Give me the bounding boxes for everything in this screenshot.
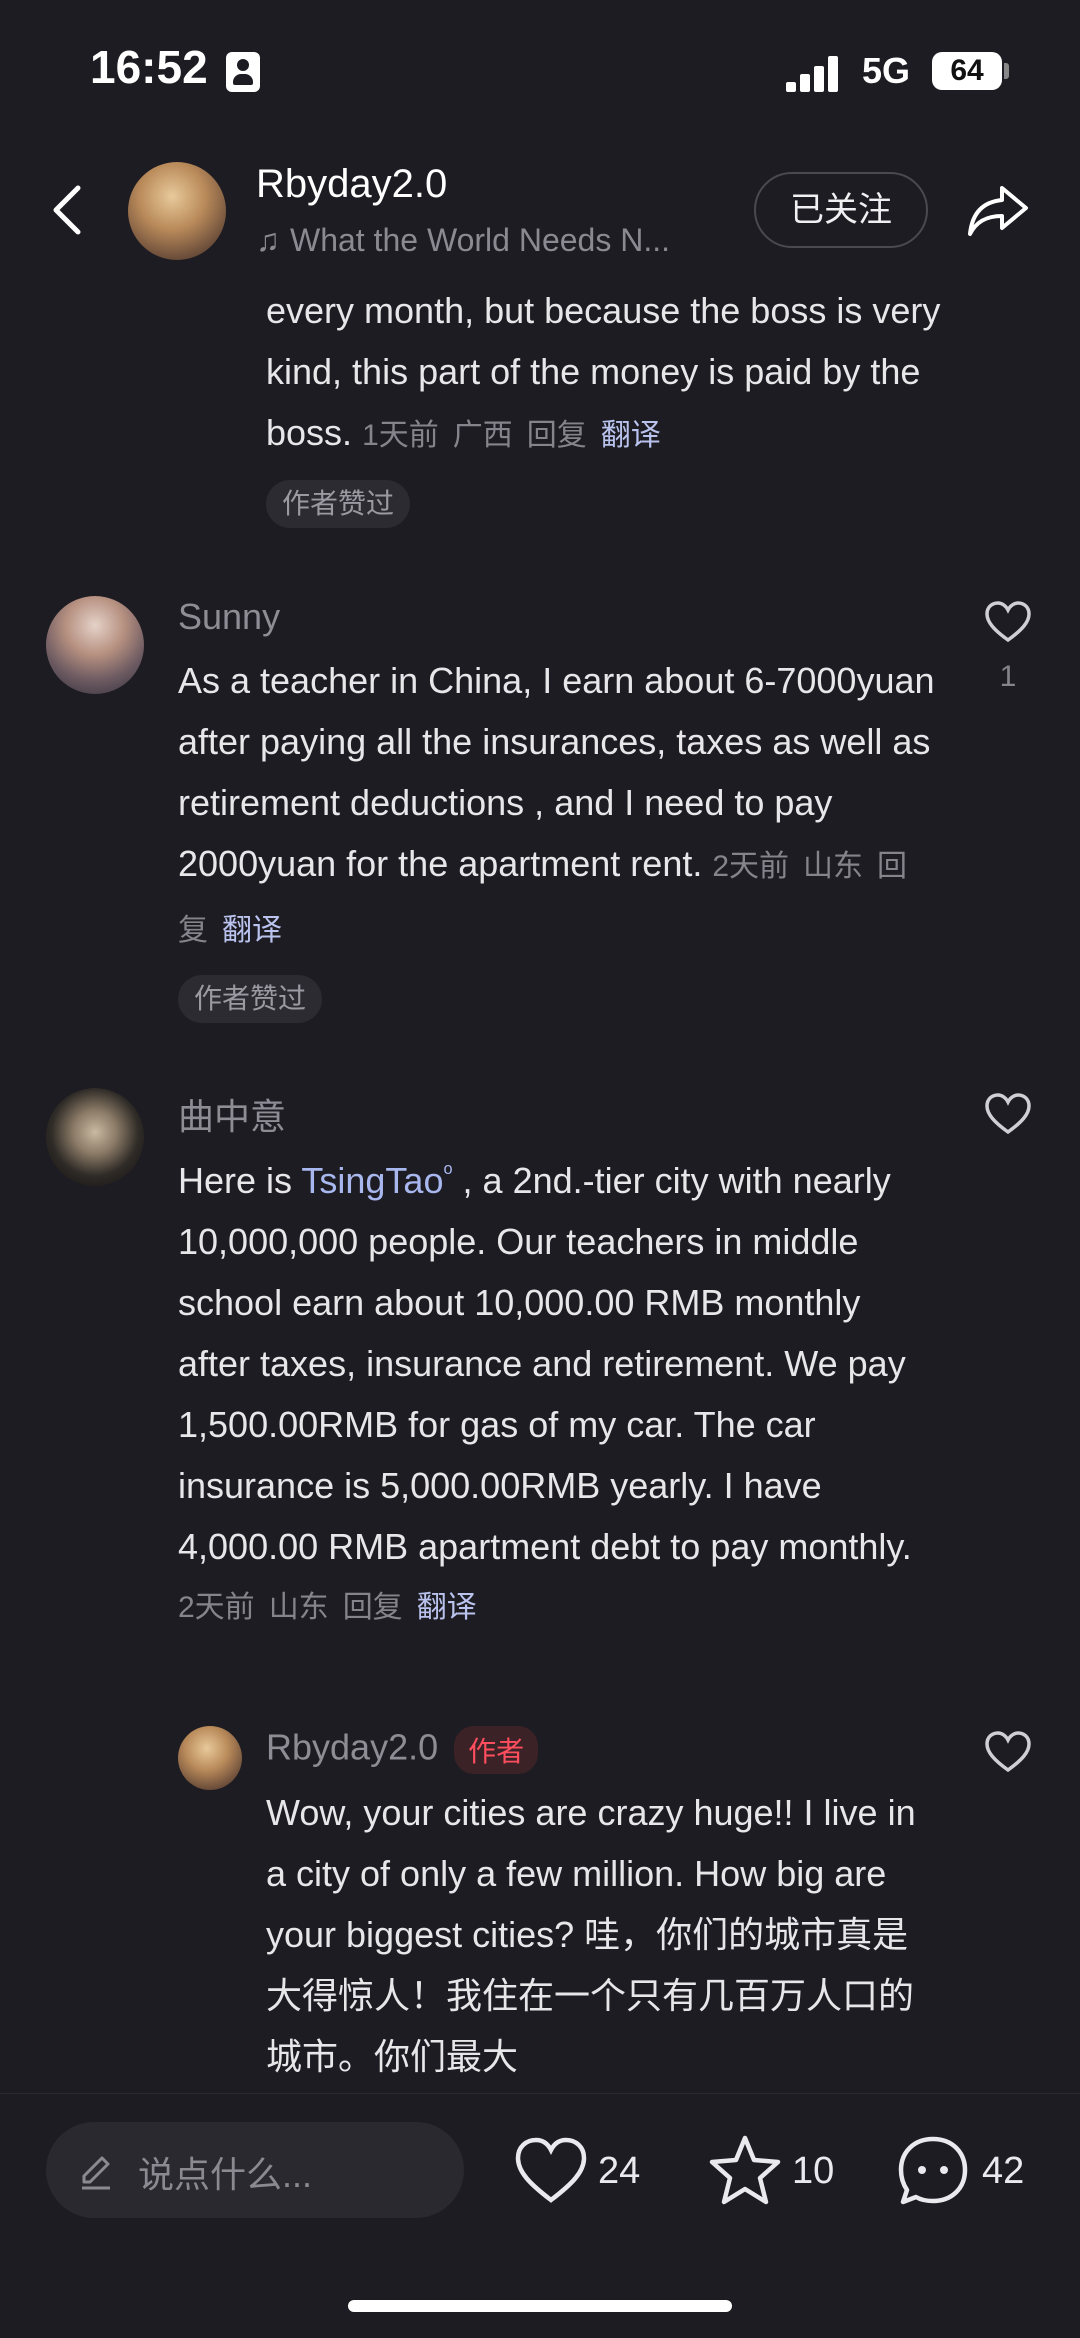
comment-location: 山东	[803, 850, 864, 883]
heart-icon	[515, 2137, 587, 2203]
comment-input[interactable]: 说点什么...	[46, 2122, 464, 2218]
comment-location: 山东	[268, 1591, 329, 1624]
heart-icon[interactable]	[984, 600, 1032, 644]
comment-text: every month, but because the boss is ver…	[266, 280, 946, 466]
author-liked-chip: 作者赞过	[266, 480, 411, 528]
pen-icon	[82, 2156, 110, 2190]
battery-tip	[1004, 63, 1009, 79]
comment-bubble-icon	[898, 2136, 968, 2205]
heart-icon[interactable]	[984, 1730, 1032, 1774]
reply-comment-continued: every month, but because the boss is ver…	[266, 280, 946, 528]
user-name-row: Rbyday2.0 作者	[266, 1726, 539, 1774]
status-time: 16:52	[90, 41, 208, 93]
user-name[interactable]: Sunny	[178, 596, 280, 638]
like-count: 1	[999, 660, 1017, 693]
user-avatar[interactable]	[46, 596, 144, 694]
music-title: What the World Needs N...	[290, 222, 670, 258]
comment-meta: 1天前 广西 回复 翻译	[362, 419, 675, 452]
comment-time: 1天前	[362, 419, 439, 452]
note-header: Rbyday2.0 ♫ What the World Needs N... 已关注	[0, 150, 1080, 280]
comment-time: 2天前	[712, 850, 790, 883]
network-type: 5G	[862, 50, 911, 91]
follow-button[interactable]: 已关注	[754, 172, 928, 248]
favorite-button[interactable]: 10	[708, 2134, 848, 2208]
author-tag: 作者	[454, 1726, 539, 1774]
comment-text: As a teacher in China, I earn about 6-70…	[178, 650, 938, 961]
user-name[interactable]: Rbyday2.0	[266, 1727, 438, 1768]
like-button[interactable]: 24	[514, 2134, 654, 2208]
music-label[interactable]: ♫ What the World Needs N...	[256, 222, 716, 259]
battery-icon: 64	[932, 52, 1002, 90]
user-name[interactable]: 曲中意	[178, 1088, 286, 1140]
contact-icon	[226, 52, 260, 92]
comment-time: 2天前	[178, 1591, 255, 1624]
heart-icon[interactable]	[984, 1092, 1032, 1136]
reply-button[interactable]: 回复	[527, 419, 587, 452]
translate-button[interactable]: 翻译	[222, 914, 282, 947]
author-liked-chip: 作者赞过	[178, 975, 323, 1023]
favorite-count: 10	[792, 2150, 835, 2192]
user-avatar[interactable]	[178, 1726, 242, 1790]
share-icon[interactable]	[966, 180, 1030, 240]
comment-body-start: Here is	[178, 1160, 302, 1201]
like-count: 24	[598, 2150, 641, 2192]
star-icon	[709, 2135, 781, 2205]
author-name[interactable]: Rbyday2.0	[256, 162, 447, 207]
comment-body-end: , a 2nd.-tier city with nearly 10,000,00…	[178, 1160, 912, 1567]
translate-button[interactable]: 翻译	[601, 419, 661, 452]
comment-meta: 2天前 山东 回复 翻译	[178, 1577, 938, 1638]
music-note-icon: ♫	[256, 222, 280, 258]
signal-icon	[786, 52, 846, 92]
comment-text: Here is TsingTaoᵒ , a 2nd.-tier city wit…	[178, 1142, 938, 1577]
comment-button[interactable]: 42	[896, 2134, 1046, 2208]
user-avatar[interactable]	[46, 1088, 144, 1186]
comment-count: 42	[982, 2150, 1025, 2192]
back-icon[interactable]	[40, 180, 100, 240]
search-icon: ᵒ	[443, 1159, 453, 1186]
comment-input-placeholder: 说点什么...	[138, 2154, 313, 2195]
author-avatar[interactable]	[128, 162, 226, 260]
status-bar: 16:52 5G 64	[0, 0, 1080, 140]
translate-button[interactable]: 翻译	[417, 1591, 477, 1624]
home-indicator	[348, 2300, 732, 2312]
comment-location: 广西	[452, 419, 513, 452]
reply-button[interactable]: 回复	[343, 1591, 403, 1624]
topic-link[interactable]: TsingTao	[301, 1160, 443, 1201]
comment-text: Wow, your cities are crazy huge!! I live…	[266, 1792, 916, 2077]
